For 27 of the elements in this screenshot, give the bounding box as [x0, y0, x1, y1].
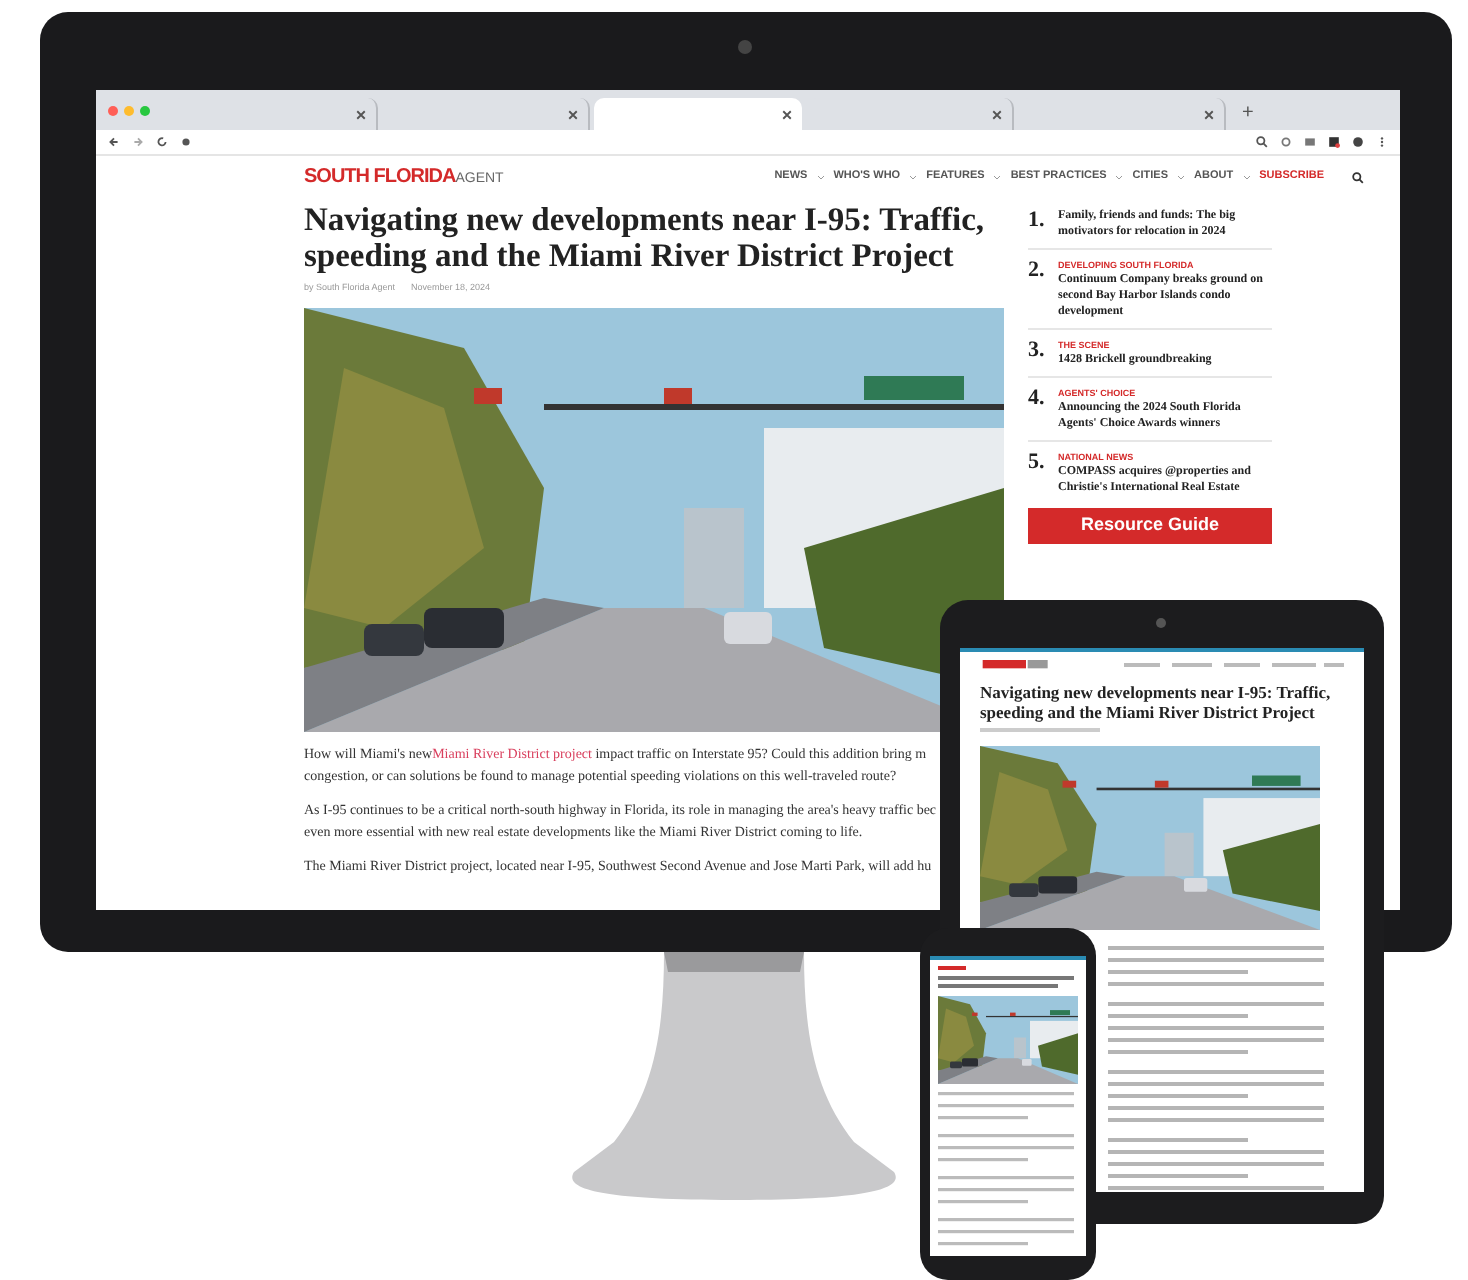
site-info-icon — [180, 136, 192, 148]
forward-icon — [132, 136, 144, 148]
article-title: Navigating new developments near I-95: Traffic, speeding and the Miami River District Project — [304, 202, 987, 274]
close-icon — [356, 109, 366, 119]
byline-drawing — [980, 728, 1100, 734]
camera-icon — [738, 40, 752, 54]
close-icon — [782, 109, 792, 119]
search-icon — [1256, 136, 1268, 148]
resource-guide-banner[interactable]: Resource Guide — [1028, 508, 1272, 543]
new-tab-button[interactable]: + — [1242, 98, 1254, 130]
reload-icon — [156, 136, 168, 148]
search-icon — [1352, 172, 1364, 184]
extension-icon — [1280, 136, 1292, 148]
street-photo-drawing — [938, 996, 1078, 1084]
screen-icon — [1304, 136, 1316, 148]
back-icon — [108, 136, 120, 148]
site-logo-drawing — [980, 660, 1052, 670]
camera-icon — [1156, 618, 1166, 628]
menu-icon — [1376, 136, 1388, 148]
close-icon — [992, 109, 1002, 119]
extension-icon — [1328, 136, 1340, 148]
article-header-drawing — [938, 964, 1078, 992]
article-title: Navigating new developments near I-95: Traffic, speeding and the Miami River District Project — [978, 682, 1333, 722]
close-icon — [568, 109, 578, 119]
profile-icon — [1352, 136, 1364, 148]
close-icon — [1204, 109, 1214, 119]
browser-tab[interactable] — [594, 98, 802, 130]
